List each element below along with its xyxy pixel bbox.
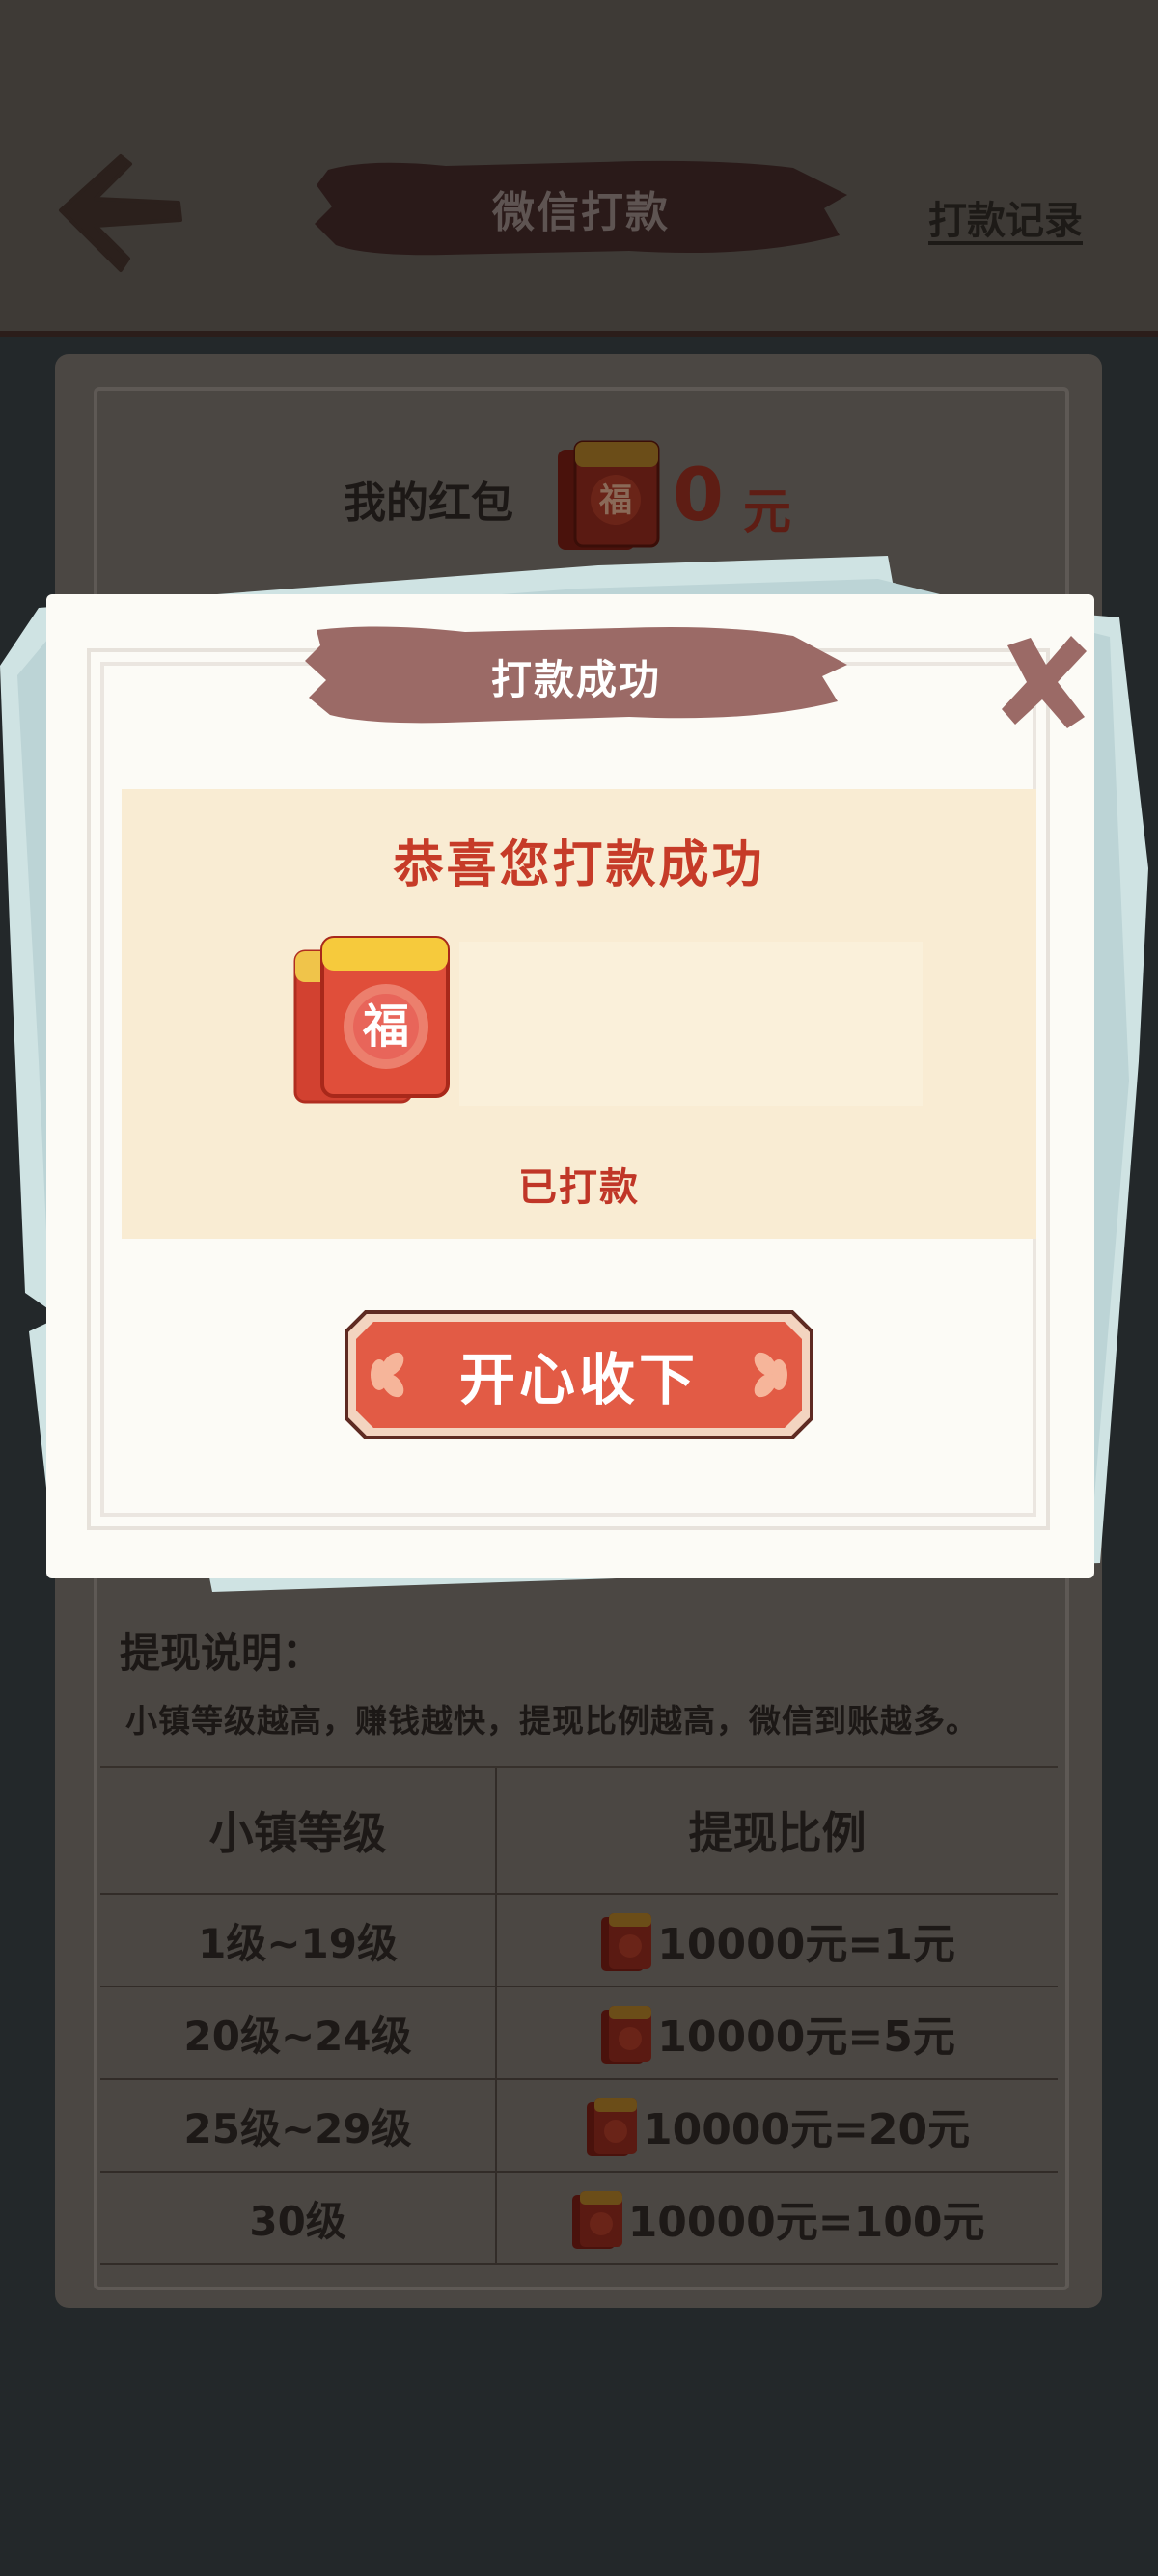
dialog-title-banner: 打款成功	[301, 622, 851, 730]
level-cell: 20级~24级	[100, 1987, 498, 2078]
red-envelope-icon	[571, 2191, 622, 2249]
congrats-text: 恭喜您打款成功	[393, 836, 765, 894]
red-envelope-icon: 福	[293, 936, 450, 1104]
close-x-icon[interactable]	[994, 628, 1090, 734]
table-header-row: 小镇等级 提现比例	[100, 1768, 1058, 1895]
level-cell: 1级~19级	[100, 1895, 498, 1986]
amount-area	[459, 942, 923, 1106]
table-row: 20级~24级 10000元=5元	[100, 1987, 1058, 2080]
table-row: 30级 10000元=100元	[100, 2173, 1058, 2265]
header-level: 小镇等级	[100, 1768, 498, 1893]
payout-info-box: 恭喜您打款成功 福 已打款	[122, 789, 1036, 1239]
fu-char: 福	[362, 1000, 409, 1054]
rate-table: 小镇等级 提现比例 1级~19级 10000元=1元 20级~24级 10000…	[100, 1766, 1058, 2265]
dialog-title: 打款成功	[490, 655, 661, 703]
red-envelope-icon	[586, 2098, 637, 2156]
table-row: 25级~29级 10000元=20元	[100, 2080, 1058, 2173]
accept-button-label: 开心收下	[458, 1347, 699, 1412]
level-cell: 25级~29级	[100, 2080, 498, 2171]
header-rate: 提现比例	[688, 1807, 867, 1859]
notes-text: 小镇等级越高，赚钱越快，提现比例越高，微信到账越多。	[125, 1702, 979, 1740]
level-cell: 30级	[100, 2173, 498, 2263]
table-row: 1级~19级 10000元=1元	[100, 1895, 1058, 1987]
payout-status: 已打款	[518, 1165, 640, 1210]
rate-value: 10000元=5元	[657, 2013, 955, 2062]
rate-value: 10000元=20元	[642, 2105, 971, 2154]
rate-value: 10000元=100元	[627, 2198, 985, 2247]
red-envelope-icon	[601, 1913, 652, 1971]
red-envelope-icon	[601, 2006, 652, 2064]
accept-button[interactable]: 开心收下	[345, 1310, 813, 1439]
rate-value: 10000元=1元	[657, 1920, 955, 1969]
